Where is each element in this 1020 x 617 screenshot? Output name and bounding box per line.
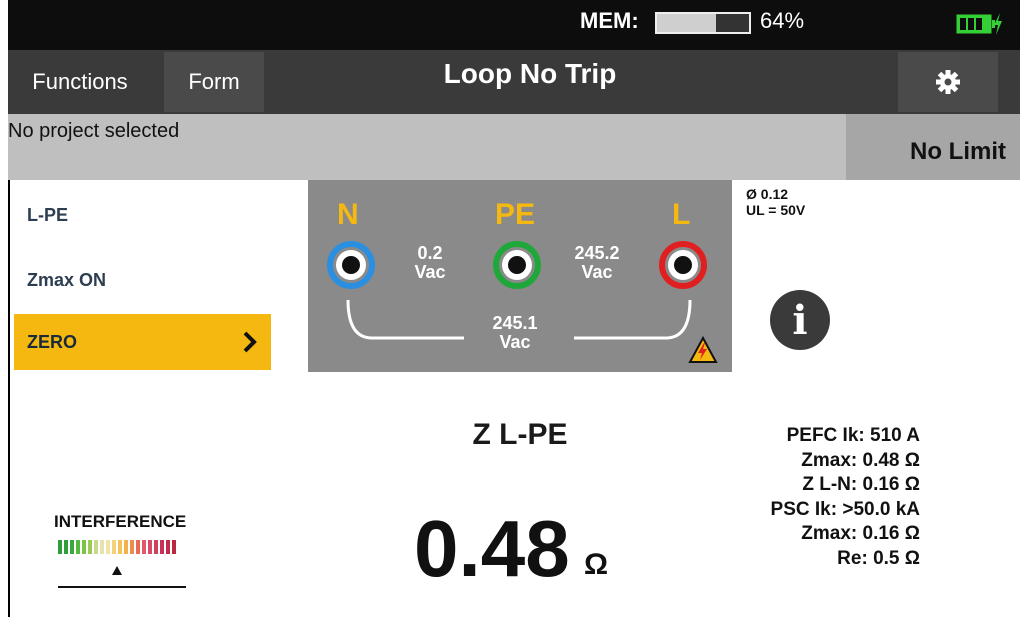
functions-button[interactable]: Functions — [16, 52, 144, 112]
voltage-n-l-unit: Vac — [499, 332, 531, 352]
interference-segment — [148, 540, 152, 554]
result-pefc: PEFC Ik: 510 A — [786, 425, 920, 446]
interference-segment — [64, 540, 68, 554]
info-icon[interactable]: i — [770, 290, 830, 350]
results-list: PEFC Ik: 510 A Zmax: 0.48 Ω Z L-N: 0.16 … — [700, 424, 920, 571]
memory-percent: 64% — [760, 8, 805, 33]
result-re: Re: 0.5 Ω — [837, 547, 920, 569]
interference-segment — [76, 540, 80, 554]
voltage-pe-l-value: 245.2 — [574, 243, 620, 263]
voltage-n-pe-unit: Vac — [414, 262, 446, 282]
interference-segment — [82, 540, 86, 554]
terminal-panel: N PE L 0.2 Vac 245.2 Vac 245.1 Vac — [308, 180, 732, 372]
terminal-n-label: N — [337, 198, 359, 231]
interference-segment — [160, 540, 164, 554]
interference-scale — [58, 540, 176, 554]
zero-button[interactable]: ZERO — [14, 314, 271, 370]
settings-button[interactable] — [898, 52, 998, 112]
interference-segment — [124, 540, 128, 554]
left-divider — [8, 180, 10, 617]
page-title: Loop No Trip — [443, 58, 617, 89]
interference-segment — [130, 540, 134, 554]
terminal-pe-socket-icon — [493, 241, 541, 289]
voltage-n-l: 245.1 Vac — [480, 314, 550, 352]
interference-segment — [172, 540, 176, 554]
measurement-label: Z L-PE — [472, 418, 568, 451]
result-zmax-lpe: Zmax: 0.48 Ω — [801, 449, 920, 471]
interference-segment — [58, 540, 62, 554]
gear-icon — [936, 70, 960, 94]
terminal-pe-label: PE — [495, 198, 536, 231]
memory-usage-fill — [657, 14, 716, 32]
interference-segment — [154, 540, 158, 554]
voltage-pe-l: 245.2 Vac — [562, 244, 632, 282]
phase-value: Ø 0.12 — [746, 186, 789, 202]
interference-segment — [94, 540, 98, 554]
project-status[interactable]: No project selected — [8, 120, 179, 143]
interference-segment — [70, 540, 74, 554]
voltage-n-pe-value: 0.2 — [417, 243, 443, 263]
result-zmax-ln: Zmax: 0.16 Ω — [801, 523, 920, 544]
interference-segment — [106, 540, 110, 554]
terminal-n-socket-icon — [327, 241, 375, 289]
measurement-unit: Ω — [584, 548, 609, 581]
interference-pointer — [112, 566, 122, 575]
result-psc: PSC Ik: >50.0 kA — [770, 498, 920, 520]
measurement-settings: Ø 0.12 UL = 50V — [746, 186, 805, 218]
form-button[interactable]: Form — [164, 52, 264, 112]
voltage-n-l-value: 245.1 — [492, 313, 538, 333]
zero-button-label: ZERO — [27, 331, 78, 352]
chevron-right-icon — [243, 331, 257, 353]
memory-label: MEM: — [580, 8, 639, 33]
interference-segment — [100, 540, 104, 554]
result-z-ln: Z L-N: 0.16 Ω — [802, 474, 920, 495]
terminal-l-socket-icon — [659, 241, 707, 289]
limit-selector[interactable]: No Limit — [846, 114, 1020, 180]
battery-charging-icon — [956, 13, 1002, 35]
ul-value: UL = 50V — [746, 202, 806, 218]
interference-baseline — [58, 586, 186, 588]
voltage-n-pe: 0.2 Vac — [400, 244, 460, 282]
interference-segment — [136, 540, 140, 554]
menu-item-zmax[interactable]: Zmax ON — [27, 270, 106, 291]
status-bar — [8, 0, 1020, 50]
interference-segment — [118, 540, 122, 554]
memory-usage-bar — [655, 12, 751, 34]
interference-segment — [166, 540, 170, 554]
interference-segment — [112, 540, 116, 554]
interference-segment — [142, 540, 146, 554]
interference-segment — [88, 540, 92, 554]
hazard-warning-icon — [688, 336, 718, 363]
terminal-l-label: L — [672, 198, 691, 231]
menu-item-lpe[interactable]: L-PE — [27, 205, 68, 226]
interference-label: INTERFERENCE — [54, 512, 187, 531]
voltage-pe-l-unit: Vac — [581, 262, 613, 282]
measurement-value: 0.48 — [414, 504, 570, 593]
